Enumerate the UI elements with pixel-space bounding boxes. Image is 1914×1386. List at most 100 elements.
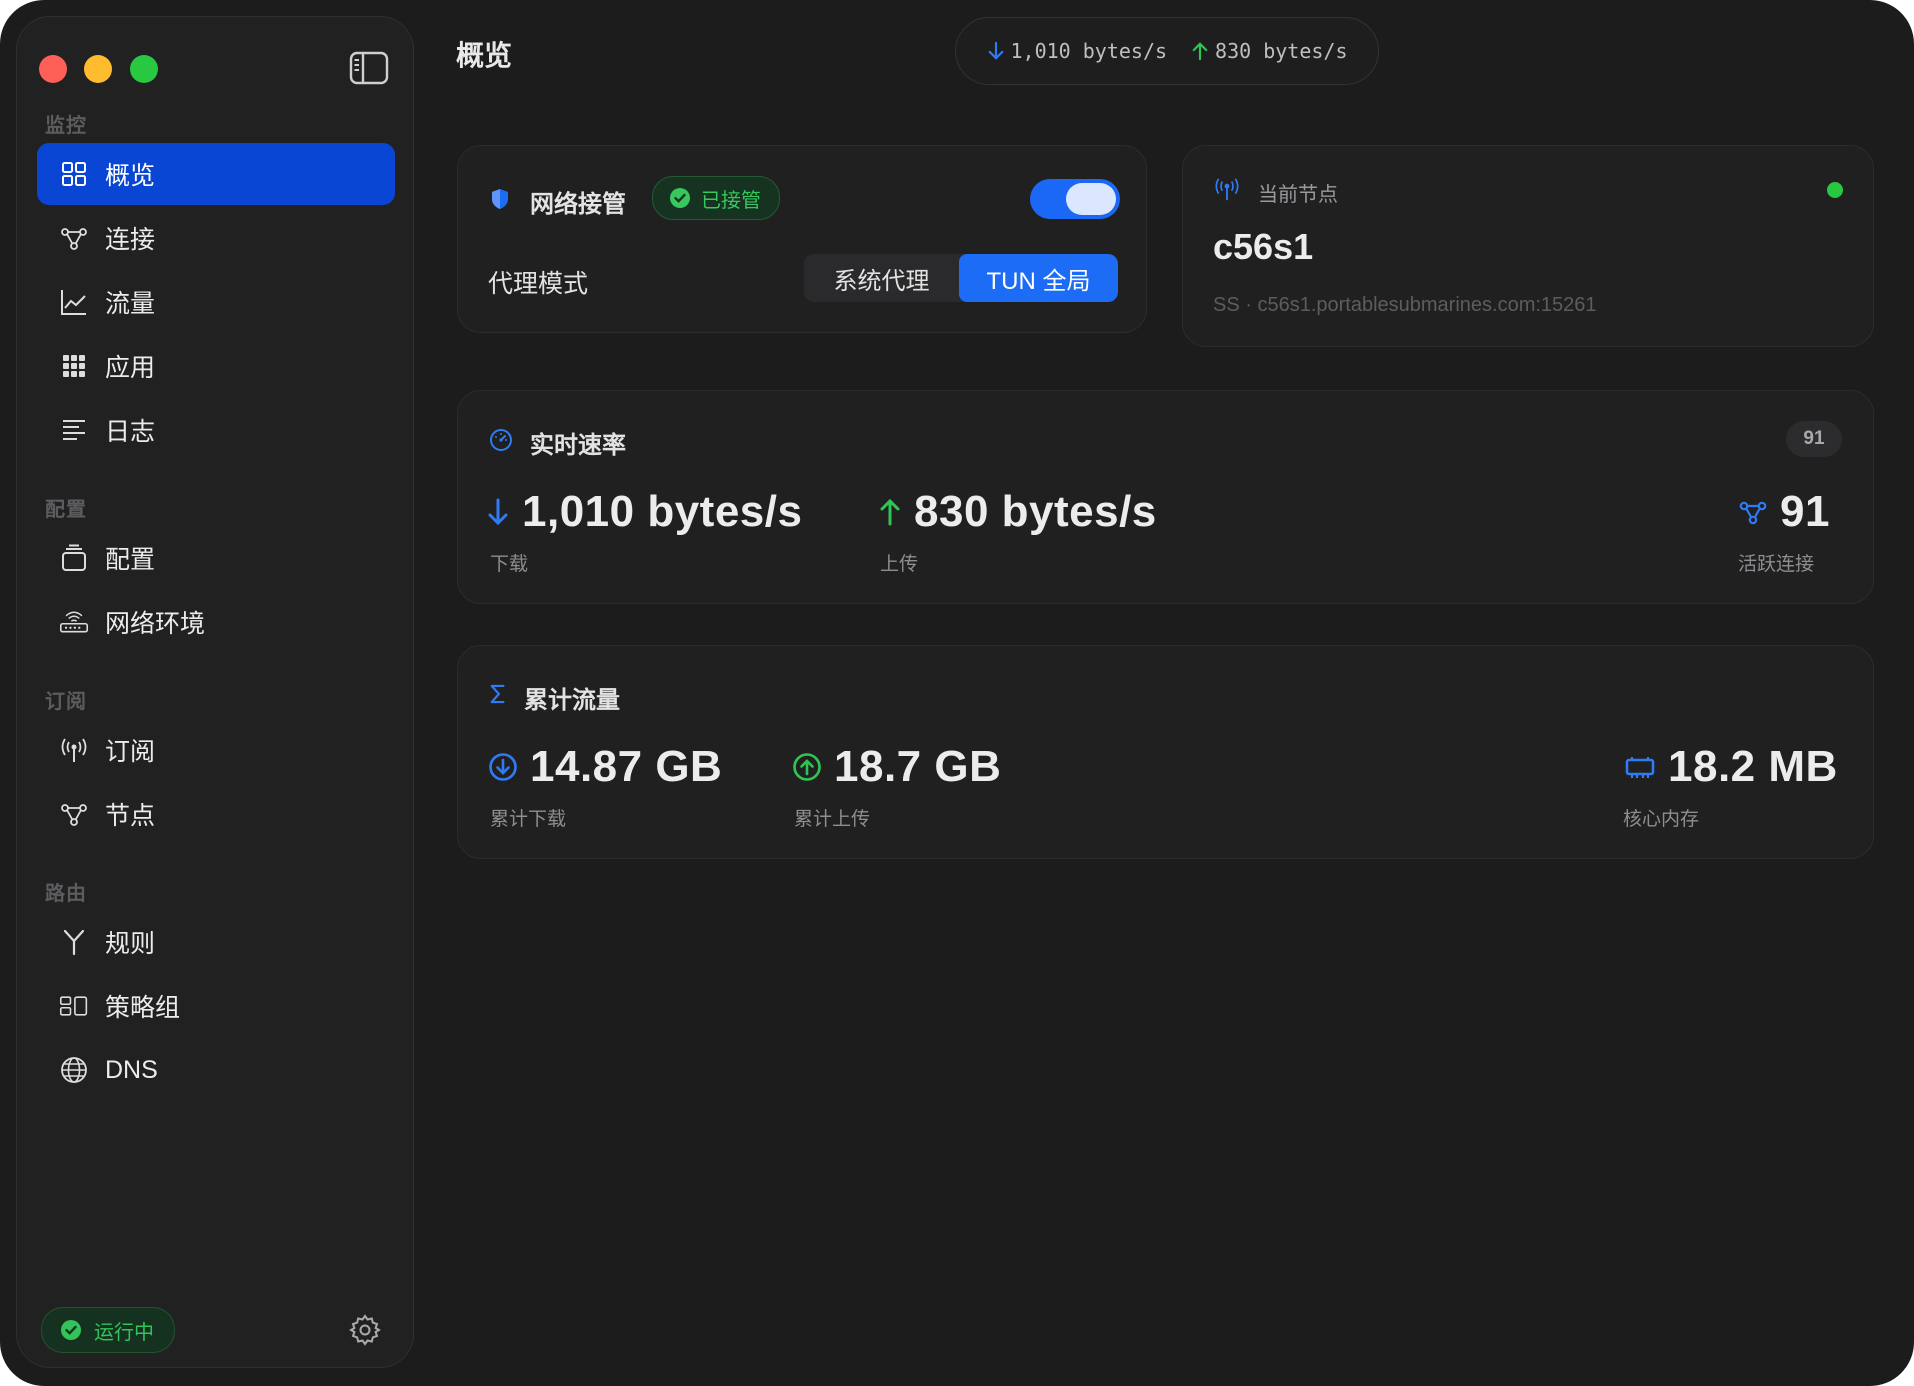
cumulative-title: 累计流量	[524, 687, 620, 714]
sidebar-item-label: 策略组	[105, 994, 181, 1022]
group-icon	[57, 989, 91, 1023]
takeover-badge-label: 已接管	[701, 189, 761, 212]
total-download-value: 14.87 GB	[530, 742, 723, 791]
nodes-icon	[1739, 501, 1767, 525]
app-window: 监控 概览 连接 流量 应用 日志 配置 配置 网络环境 订阅 订阅 节点 路由…	[0, 0, 1914, 1386]
node-detail: SS · c56s1.portablesubmarines.com:15261	[1213, 294, 1597, 316]
download-label: 下载	[490, 554, 529, 575]
sidebar-item-traffic[interactable]: 流量	[37, 271, 395, 333]
sidebar-item-label: 规则	[105, 930, 156, 958]
sidebar-item-connections[interactable]: 连接	[37, 207, 395, 269]
core-memory-stat: 18.2 MB	[1624, 742, 1838, 792]
proxy-mode-label: 代理模式	[488, 270, 589, 298]
sidebar-item-label: 应用	[105, 354, 156, 382]
list-icon	[57, 413, 91, 447]
sidebar-item-label: DNS	[105, 1055, 158, 1084]
antenna-icon	[1215, 178, 1239, 201]
connections-icon	[57, 221, 91, 255]
upload-speed-stat: 830 bytes/s	[878, 487, 1157, 537]
sidebar-item-network-env[interactable]: 网络环境	[37, 591, 395, 653]
sidebar-item-subscriptions[interactable]: 订阅	[37, 719, 395, 781]
takeover-title: 网络接管	[530, 191, 626, 218]
mode-system-proxy-button[interactable]: 系统代理	[804, 254, 959, 302]
connection-count-badge: 91	[1786, 421, 1842, 457]
sidebar-item-logs[interactable]: 日志	[37, 399, 395, 461]
takeover-status-badge: 已接管	[652, 176, 780, 220]
sidebar-toggle-icon[interactable]	[349, 51, 389, 85]
mode-tun-global-button[interactable]: TUN 全局	[959, 254, 1118, 302]
close-window-button[interactable]	[39, 55, 67, 83]
sidebar-item-label: 连接	[105, 226, 156, 254]
total-upload-label: 累计上传	[794, 809, 871, 830]
minimize-window-button[interactable]	[84, 55, 112, 83]
apps-icon	[57, 349, 91, 383]
header-upload-speed: 830 bytes/s	[1215, 39, 1348, 63]
arrow-down-icon	[988, 41, 1003, 60]
download-speed-stat: 1,010 bytes/s	[486, 487, 802, 537]
total-upload-value: 18.7 GB	[834, 742, 1002, 791]
header-download-speed: 1,010 bytes/s	[1010, 39, 1168, 63]
sidebar-item-policy-groups[interactable]: 策略组	[37, 975, 395, 1037]
check-circle-icon	[61, 1320, 81, 1340]
current-node-card: 当前节点 c56s1 SS · c56s1.portablesubmarines…	[1182, 145, 1874, 347]
gauge-icon	[490, 429, 512, 451]
total-download-stat: 14.87 GB	[488, 742, 722, 792]
total-download-label: 累计下载	[490, 809, 567, 830]
cumulative-traffic-card: 累计流量 14.87 GB 累计下载 18.7 GB 累计上传 18.2 MB …	[457, 645, 1874, 859]
sidebar: 监控 概览 连接 流量 应用 日志 配置 配置 网络环境 订阅 订阅 节点 路由…	[16, 16, 414, 1368]
shield-icon	[492, 189, 508, 209]
sidebar-item-rules[interactable]: 规则	[37, 911, 395, 973]
sidebar-item-nodes[interactable]: 节点	[37, 783, 395, 845]
sidebar-item-dns[interactable]: DNS	[37, 1039, 395, 1101]
arrow-down-icon	[488, 498, 508, 526]
grid-icon	[57, 157, 91, 191]
realtime-speed-card: 实时速率 91 1,010 bytes/s 下载 830 bytes/s 上传 …	[457, 390, 1874, 604]
section-label-subscription: 订阅	[45, 691, 87, 713]
sidebar-item-label: 流量	[105, 290, 156, 318]
sidebar-item-label: 订阅	[105, 738, 156, 766]
download-circle-icon	[489, 753, 517, 781]
takeover-toggle[interactable]	[1030, 179, 1120, 219]
core-memory-label: 核心内存	[1623, 809, 1700, 830]
upload-circle-icon	[793, 753, 821, 781]
stack-icon	[57, 541, 91, 575]
settings-gear-icon[interactable]	[348, 1313, 382, 1347]
active-connections-stat: 91	[1738, 487, 1830, 537]
proxy-mode-segmented-control: 系统代理 TUN 全局	[804, 254, 1118, 302]
sidebar-item-apps[interactable]: 应用	[37, 335, 395, 397]
memory-chip-icon	[1625, 757, 1655, 778]
sidebar-item-overview[interactable]: 概览	[37, 143, 395, 205]
node-name: c56s1	[1213, 226, 1314, 267]
running-status-badge[interactable]: 运行中	[41, 1307, 175, 1353]
section-label-config: 配置	[45, 499, 87, 521]
router-icon	[57, 605, 91, 639]
page-title: 概览	[456, 40, 513, 71]
section-label-routing: 路由	[45, 883, 87, 905]
zoom-window-button[interactable]	[130, 55, 158, 83]
node-status-dot	[1827, 182, 1843, 198]
download-speed-value: 1,010 bytes/s	[522, 487, 803, 536]
check-circle-icon	[670, 188, 690, 208]
sidebar-item-label: 日志	[105, 418, 156, 446]
sidebar-item-profiles[interactable]: 配置	[37, 527, 395, 589]
current-node-label: 当前节点	[1258, 184, 1338, 206]
sidebar-item-label: 节点	[105, 802, 156, 830]
active-connections-label: 活跃连接	[1738, 554, 1815, 575]
nodes-icon	[57, 797, 91, 831]
antenna-icon	[57, 733, 91, 767]
toggle-knob	[1066, 183, 1116, 215]
sigma-icon	[490, 684, 505, 704]
sidebar-item-label: 配置	[105, 546, 156, 574]
upload-label: 上传	[880, 554, 919, 575]
realtime-title: 实时速率	[530, 432, 626, 459]
arrow-up-icon	[1192, 42, 1208, 61]
globe-icon	[57, 1053, 91, 1087]
arrow-up-icon	[880, 498, 900, 526]
network-takeover-card: 网络接管 已接管 代理模式 系统代理 TUN 全局	[457, 145, 1147, 333]
speed-indicator: 1,010 bytes/s 830 bytes/s	[955, 17, 1379, 85]
sidebar-item-label: 概览	[105, 162, 156, 190]
upload-speed-value: 830 bytes/s	[914, 487, 1157, 536]
chart-line-icon	[57, 285, 91, 319]
sidebar-item-label: 网络环境	[105, 610, 206, 638]
branch-icon	[57, 925, 91, 959]
